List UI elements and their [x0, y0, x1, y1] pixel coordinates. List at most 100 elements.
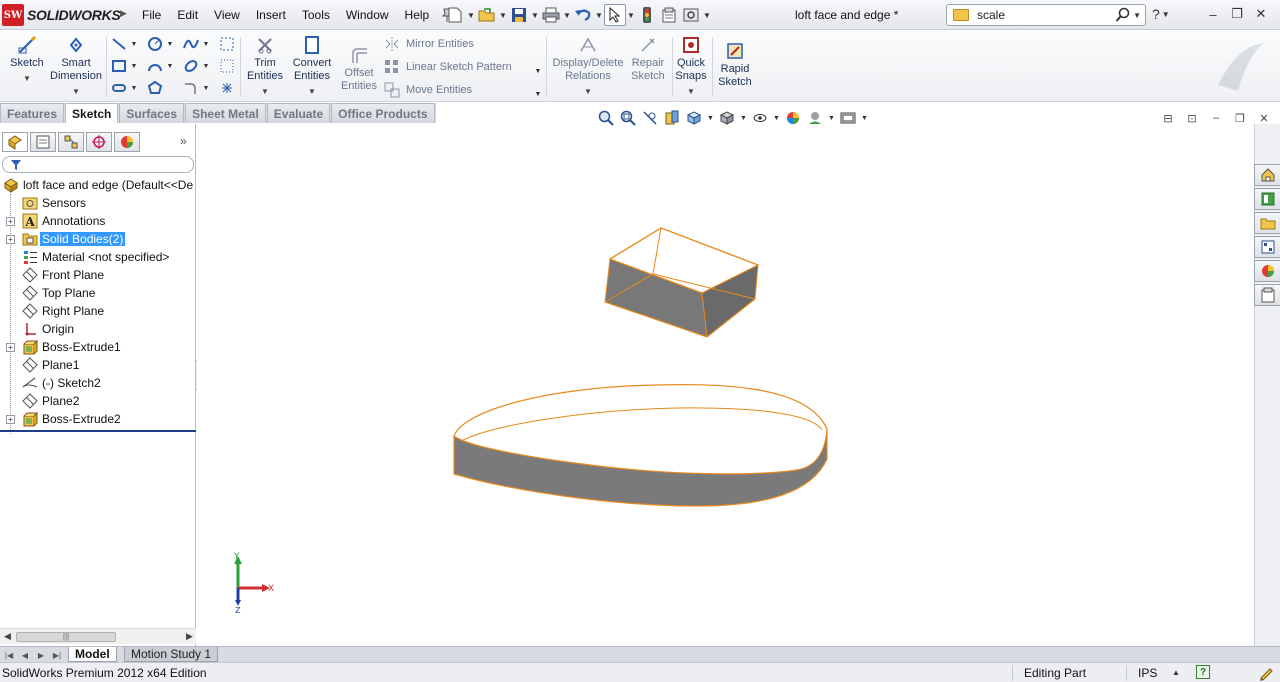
tree-item-plane1[interactable]: Plane1: [0, 356, 196, 374]
tree-item-solid-bodies[interactable]: + Solid Bodies(2): [0, 230, 196, 248]
units-dropdown-icon[interactable]: ▲: [1172, 668, 1180, 677]
last-tab-icon[interactable]: ▶|: [50, 648, 64, 662]
view-settings-button[interactable]: [838, 108, 858, 128]
help-dropdown-icon[interactable]: ▼: [1162, 10, 1170, 19]
configuration-manager-tab[interactable]: [58, 132, 84, 152]
feature-tree-tab[interactable]: [2, 132, 28, 152]
fillet-tool[interactable]: [182, 79, 200, 97]
view-orientation-button[interactable]: [684, 108, 704, 128]
scroll-right-icon[interactable]: ▶: [186, 631, 193, 642]
expand-icon[interactable]: +: [6, 343, 15, 352]
solid-body-base[interactable]: [453, 384, 828, 507]
quick-snaps-dropdown-icon[interactable]: ▼: [674, 85, 708, 98]
save-dropdown-icon[interactable]: ▼: [530, 4, 540, 26]
apply-scene-dropdown-icon[interactable]: ▼: [827, 108, 836, 128]
line-tool[interactable]: [110, 35, 128, 53]
print-button[interactable]: [540, 4, 562, 26]
first-tab-icon[interactable]: |◀: [2, 648, 16, 662]
scrollbar-thumb[interactable]: |||: [16, 632, 116, 642]
zoom-to-area-button[interactable]: [618, 108, 638, 128]
graphics-area[interactable]: [197, 124, 1254, 646]
search-input[interactable]: scale: [977, 8, 1005, 22]
move-entities-button[interactable]: Move Entities: [384, 81, 472, 99]
scroll-left-icon[interactable]: ◀: [4, 631, 11, 642]
slot-dropdown-icon[interactable]: ▼: [130, 79, 138, 97]
convert-dropdown-icon[interactable]: ▼: [290, 85, 334, 98]
trim-entities-button[interactable]: Trim Entities ▼: [244, 35, 286, 98]
viewport-split-icon[interactable]: ⊡: [1184, 110, 1200, 126]
expand-icon[interactable]: +: [6, 415, 15, 424]
circle-dropdown-icon[interactable]: ▼: [166, 35, 174, 53]
point-tool[interactable]: [218, 79, 236, 97]
open-dropdown-icon[interactable]: ▼: [498, 4, 508, 26]
menu-insert[interactable]: Insert: [248, 8, 294, 22]
select-button[interactable]: [604, 4, 626, 26]
status-units[interactable]: IPS: [1138, 666, 1157, 680]
new-document-button[interactable]: [444, 4, 466, 26]
search-box[interactable]: scale ▼: [946, 4, 1146, 26]
quick-tips-help-icon[interactable]: ?: [1196, 665, 1210, 679]
tab-office-products[interactable]: Office Products: [331, 103, 435, 123]
viewport-minimize-icon[interactable]: –: [1208, 110, 1224, 126]
next-tab-icon[interactable]: ▶: [34, 648, 48, 662]
display-delete-relations-button[interactable]: Display/Delete Relations ▼: [550, 35, 626, 98]
arc-tool[interactable]: [146, 57, 164, 75]
tab-features[interactable]: Features: [0, 103, 65, 123]
spline-tool[interactable]: [182, 35, 200, 53]
expand-panel-icon[interactable]: »: [180, 134, 187, 148]
search-icon[interactable]: [1115, 7, 1131, 23]
tree-item-material[interactable]: Material <not specified>: [0, 248, 196, 266]
task-pane-custom-properties[interactable]: [1254, 284, 1280, 306]
smart-dimension-button[interactable]: Smart Dimension ▼: [50, 35, 102, 98]
search-dropdown-icon[interactable]: ▼: [1133, 11, 1141, 20]
section-view-button[interactable]: [662, 108, 682, 128]
tree-root-part[interactable]: loft face and edge (Default<<De: [0, 176, 196, 194]
tree-item-top-plane[interactable]: Top Plane: [0, 284, 196, 302]
mirror-entities-button[interactable]: Mirror Entities: [384, 35, 474, 53]
dimxpert-tab[interactable]: [86, 132, 112, 152]
property-manager-tab[interactable]: [30, 132, 56, 152]
minimize-icon[interactable]: –: [1204, 6, 1222, 22]
viewport-layout-icon[interactable]: ⊟: [1160, 110, 1176, 126]
solid-body-box[interactable]: [604, 227, 760, 338]
arc-dropdown-icon[interactable]: ▼: [166, 57, 174, 75]
task-pane-file-explorer[interactable]: [1254, 212, 1280, 234]
tree-item-front-plane[interactable]: Front Plane: [0, 266, 196, 284]
smart-dimension-dropdown-icon[interactable]: ▼: [50, 85, 102, 98]
menu-view[interactable]: View: [206, 8, 248, 22]
apply-scene-button[interactable]: [805, 108, 825, 128]
rectangle-dropdown-icon[interactable]: ▼: [130, 57, 138, 75]
expand-icon[interactable]: +: [6, 235, 15, 244]
tree-item-boss-extrude2[interactable]: + Boss-Extrude2: [0, 410, 196, 428]
task-pane-appearances[interactable]: [1254, 260, 1280, 282]
construction-tool[interactable]: [218, 35, 236, 53]
linear-sketch-pattern-button[interactable]: Linear Sketch Pattern: [384, 58, 512, 76]
previous-view-button[interactable]: [640, 108, 660, 128]
tree-item-annotations[interactable]: + A Annotations: [0, 212, 196, 230]
line-dropdown-icon[interactable]: ▼: [130, 35, 138, 53]
sketch-dropdown-icon[interactable]: ▼: [8, 72, 46, 85]
task-pane-design-library[interactable]: [1254, 188, 1280, 210]
tab-sketch[interactable]: Sketch: [65, 103, 119, 123]
hide-show-items-button[interactable]: [750, 108, 770, 128]
tree-item-sketch2[interactable]: (-) Sketch2: [0, 374, 196, 392]
zoom-to-fit-button[interactable]: [596, 108, 616, 128]
open-button[interactable]: [476, 4, 498, 26]
offset-entities-button[interactable]: Offset Entities: [338, 45, 380, 93]
tab-surfaces[interactable]: Surfaces: [119, 103, 185, 123]
view-orientation-dropdown-icon[interactable]: ▼: [706, 108, 715, 128]
options-dropdown-icon[interactable]: ▼: [702, 4, 712, 26]
tree-item-boss-extrude1[interactable]: + Boss-Extrude1: [0, 338, 196, 356]
restore-icon[interactable]: ❐: [1228, 6, 1246, 22]
display-manager-tab[interactable]: [114, 132, 140, 152]
sketch-grid-tool[interactable]: [218, 57, 236, 75]
linear-pattern-dropdown-icon[interactable]: ▼: [534, 62, 542, 80]
menu-edit[interactable]: Edit: [169, 8, 206, 22]
fillet-dropdown-icon[interactable]: ▼: [202, 79, 210, 97]
relations-dropdown-icon[interactable]: ▼: [550, 85, 626, 98]
solidworks-logo[interactable]: SW SOLIDWORKS ▶: [2, 4, 128, 26]
tree-item-origin[interactable]: Origin: [0, 320, 196, 338]
tab-sheet-metal[interactable]: Sheet Metal: [185, 103, 266, 123]
tab-model[interactable]: Model: [68, 647, 117, 662]
quick-snaps-button[interactable]: Quick Snaps ▼: [674, 35, 708, 98]
